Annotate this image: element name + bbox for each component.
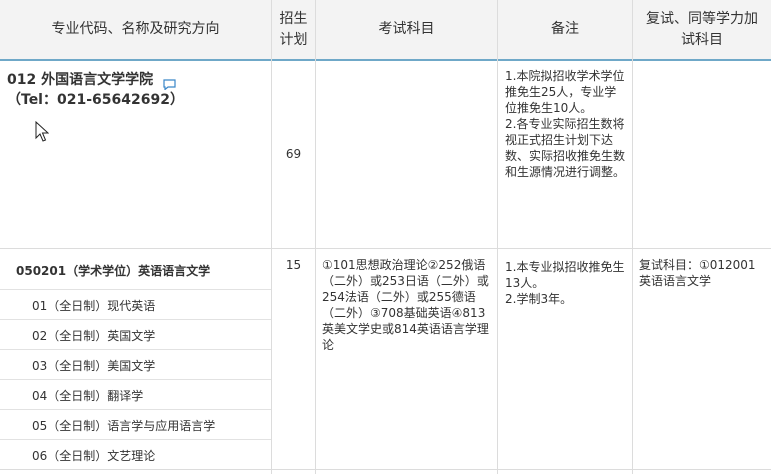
major-quota: 15 bbox=[285, 258, 302, 272]
header-remarks: 备注 bbox=[551, 21, 579, 37]
major-exam-subjects: ①101思想政治理论②252俄语（二外）或253日语（二外）或254法语（二外）… bbox=[322, 258, 489, 352]
department-quota: 69 bbox=[285, 147, 302, 161]
comment-icon[interactable] bbox=[163, 75, 176, 91]
direction-row: 03（全日制）美国文学 bbox=[0, 349, 271, 380]
header-exam-subjects: 考试科目 bbox=[378, 21, 435, 37]
header-major: 专业代码、名称及研究方向 bbox=[51, 21, 220, 37]
department-tel: （Tel：021-65642692） bbox=[7, 92, 184, 108]
direction-row: 06（全日制）文艺理论 bbox=[0, 439, 271, 470]
department-remarks: 1.本院拟招收学术学位推免生25人，专业学位推免生10人。 2.各专业实际招生数… bbox=[505, 69, 626, 179]
header-retest: 复试、同等学力加 试科目 bbox=[646, 10, 758, 48]
direction-row: 04（全日制）翻译学 bbox=[0, 379, 271, 410]
major-name: 050201（学术学位）英语语言文学 bbox=[16, 264, 211, 278]
header-quota: 招生 计划 bbox=[279, 10, 308, 48]
column-divider bbox=[271, 0, 272, 474]
column-divider bbox=[632, 0, 633, 474]
column-divider bbox=[315, 0, 316, 474]
column-divider bbox=[497, 0, 498, 474]
direction-row: 01（全日制）现代英语 bbox=[0, 289, 271, 320]
row-divider bbox=[0, 248, 771, 249]
major-remarks: 1.本专业拟招收推免生13人。 2.学制3年。 bbox=[505, 260, 625, 306]
header-divider bbox=[0, 59, 771, 61]
department-name: 012 外国语言文学学院 bbox=[7, 72, 154, 88]
department-cell: 012 外国语言文学学院 （Tel：021-65642692） bbox=[7, 70, 267, 110]
direction-row: 05（全日制）语言学与应用语言学 bbox=[0, 409, 271, 440]
direction-row: 02（全日制）英国文学 bbox=[0, 319, 271, 350]
mouse-cursor-icon bbox=[35, 120, 50, 147]
major-retest-subjects: 复试科目：①012001英语语言文学 bbox=[639, 258, 756, 288]
